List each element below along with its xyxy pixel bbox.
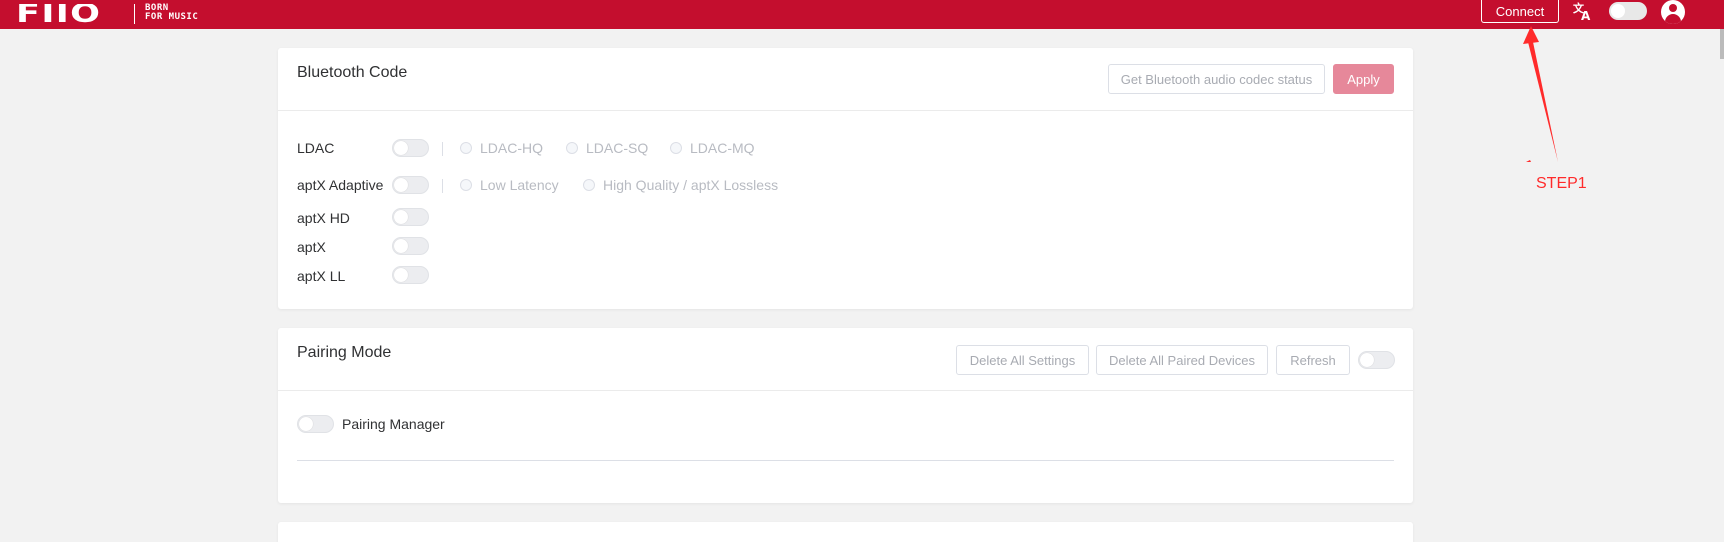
radio-dot [670,142,682,154]
arrow-shaft [1528,42,1558,162]
pairing-manager-label: Pairing Manager [342,416,445,432]
radio-dot [566,142,578,154]
aptx-switch[interactable] [392,237,429,255]
refresh-button[interactable]: Refresh [1276,345,1350,375]
pairing-mode-card: Pairing Mode Delete All Settings Delete … [278,328,1413,503]
ldac-label: LDAC [297,140,335,156]
low-latency-radio[interactable]: Low Latency [460,177,559,193]
high-quality-label: High Quality / aptX Lossless [603,177,779,193]
low-latency-label: Low Latency [480,177,559,193]
high-quality-radio[interactable]: High Quality / aptX Lossless [583,177,778,193]
delete-all-paired-devices-button[interactable]: Delete All Paired Devices [1096,345,1268,375]
aptx-hd-switch[interactable] [392,208,429,226]
aptx-ll-label: aptX LL [297,268,346,284]
pairing-divider [297,460,1394,461]
bluetooth-codec-card: Bluetooth Code Get Bluetooth audio codec… [278,48,1413,309]
logo-mark: FIIO [16,4,102,24]
ldac-hq-radio[interactable]: LDAC-HQ [460,140,543,156]
top-header-bar: FIIO BORN FOR MUSIC Connect 文 A [0,0,1724,29]
ldac-mq-radio[interactable]: LDAC-MQ [670,140,755,156]
delete-all-settings-button[interactable]: Delete All Settings [956,345,1089,375]
arrow-tail [1526,160,1531,162]
ldac-divider [442,142,443,156]
step1-annotation-label: STEP1 [1536,175,1587,192]
radio-dot [583,179,595,191]
aptx-hd-label: aptX HD [297,210,350,226]
aptx-ll-switch[interactable] [392,266,429,284]
aptx-adaptive-label: aptX Adaptive [297,177,384,193]
radio-dot [460,179,472,191]
next-settings-card [278,522,1413,542]
avatar-body [1665,14,1681,24]
apply-button[interactable]: Apply [1333,64,1394,94]
ldac-sq-radio[interactable]: LDAC-SQ [566,140,648,156]
translate-icon[interactable]: 文 A [1572,0,1594,22]
logo-divider [134,4,135,24]
get-codec-status-button[interactable]: Get Bluetooth audio codec status [1108,64,1325,94]
ldac-mq-label: LDAC-MQ [690,140,755,156]
ldac-switch[interactable] [392,139,429,157]
logo-tagline: BORN FOR MUSIC [145,4,198,24]
logo-mark-wrap: FIIO [16,4,120,24]
connect-button[interactable]: Connect [1481,0,1559,23]
radio-dot [460,142,472,154]
fiio-logo: FIIO BORN FOR MUSIC [16,0,198,24]
theme-toggle-switch[interactable] [1609,2,1647,20]
pairing-manager-switch[interactable] [297,415,334,433]
pairing-card-header: Pairing Mode Delete All Settings Delete … [278,328,1413,391]
scrollbar-thumb[interactable] [1720,29,1724,59]
aptx-adaptive-switch[interactable] [392,176,429,194]
pairing-mode-switch[interactable] [1358,351,1395,369]
aptx-adaptive-divider [442,179,443,193]
ldac-hq-label: LDAC-HQ [480,140,544,156]
translate-icon-svg: 文 A [1573,1,1591,21]
logo-tagline-line2: FOR MUSIC [145,12,199,22]
bluetooth-card-title: Bluetooth Code [297,64,408,81]
avatar-head [1669,4,1677,12]
aptx-label: aptX [297,239,326,255]
bluetooth-card-header: Bluetooth Code Get Bluetooth audio codec… [278,48,1413,111]
user-avatar-icon[interactable] [1661,0,1685,24]
pairing-card-title: Pairing Mode [297,344,392,361]
ldac-sq-label: LDAC-SQ [586,140,649,156]
svg-text:A: A [1581,9,1591,21]
